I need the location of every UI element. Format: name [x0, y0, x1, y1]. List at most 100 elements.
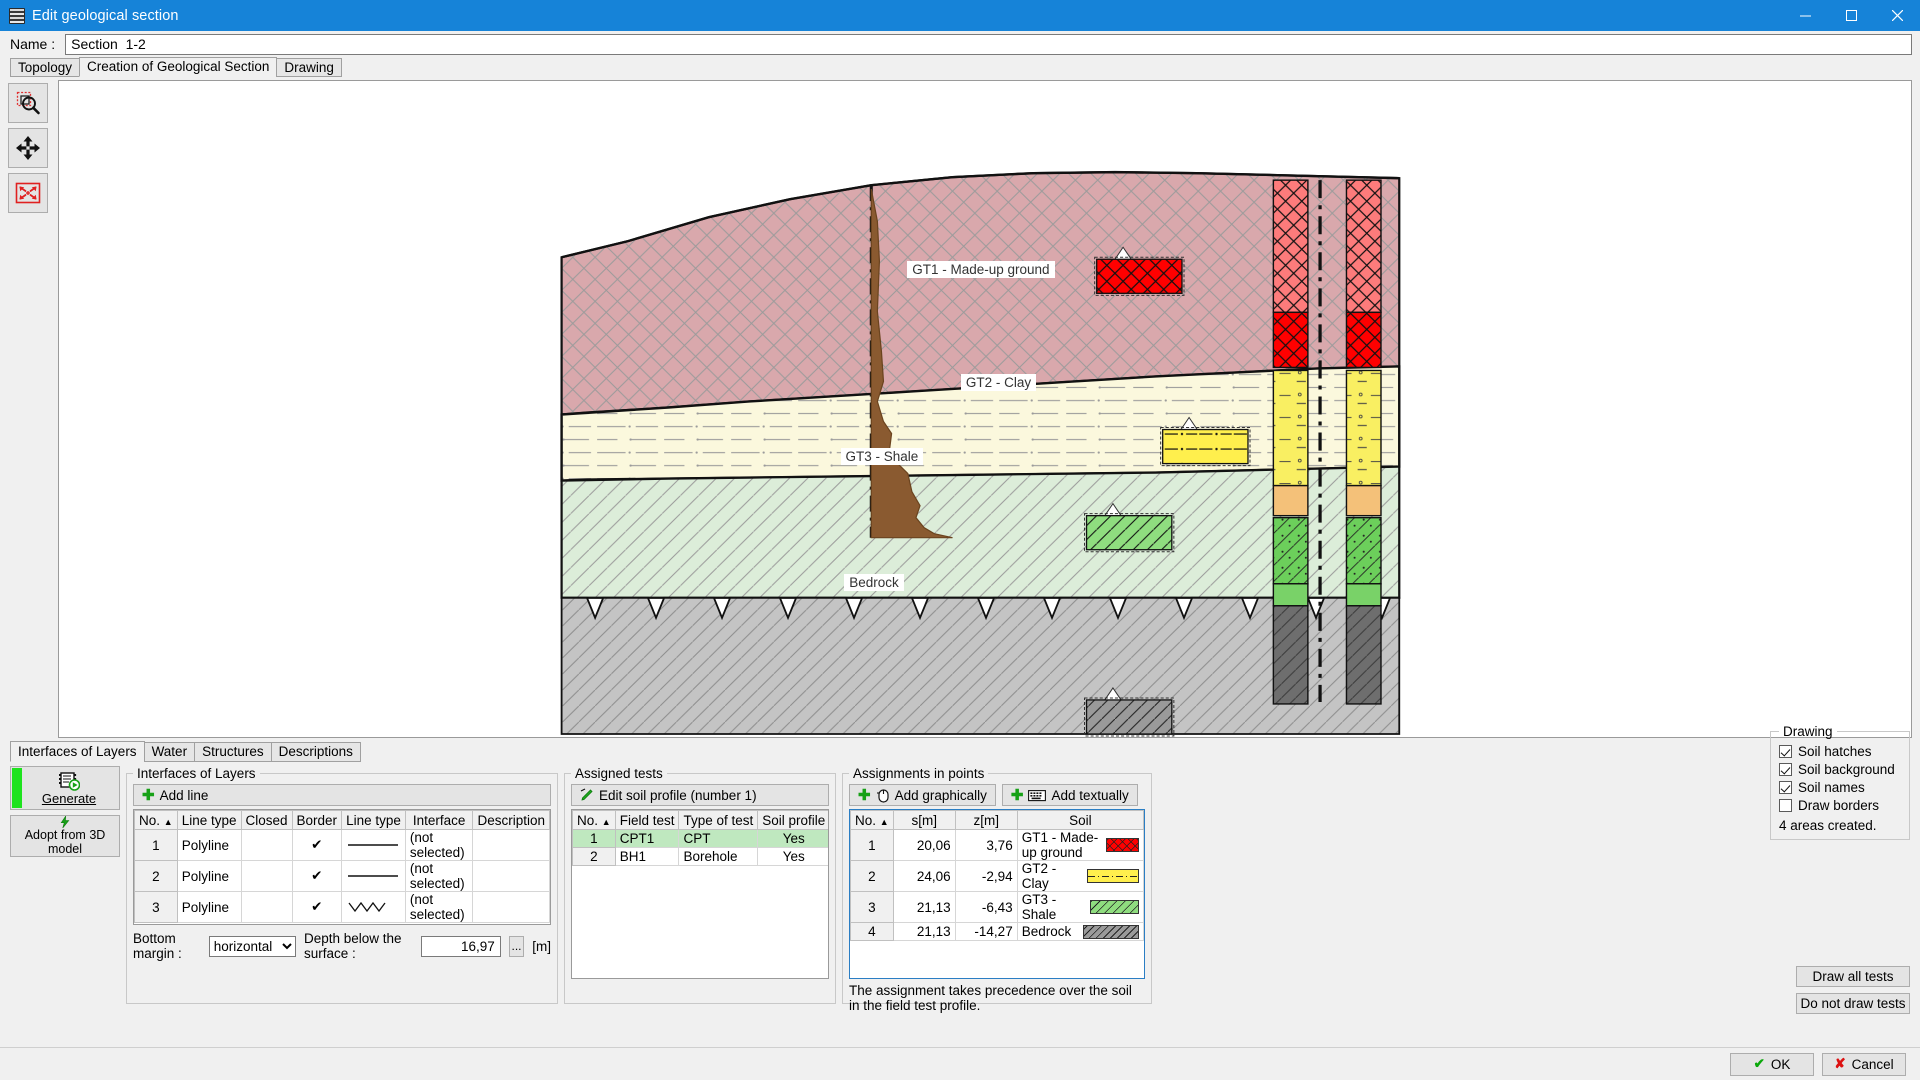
table-row[interactable]: 1 CPT1 CPT Yes Yes — [572, 829, 828, 848]
add-line-button[interactable]: ✚ Add line — [133, 784, 551, 806]
interfaces-legend: Interfaces of Layers — [137, 766, 256, 781]
add-graphically-label: Add graphically — [894, 787, 987, 803]
cell-closed — [240, 891, 293, 923]
do-not-draw-tests-button[interactable]: Do not draw tests — [1796, 993, 1910, 1014]
th-field-test[interactable]: Field test — [614, 810, 680, 830]
table-row[interactable]: 2 Polyline ✔ (not selected) — [134, 860, 550, 892]
table-row[interactable]: 1 20,06 3,76 GT1 - Made-up ground — [850, 829, 1144, 861]
x-icon: ✘ — [1834, 1056, 1846, 1071]
table-row[interactable]: 3 21,13 -6,43 GT3 - Shale — [850, 891, 1144, 923]
soil-hatch-swatch-gt2 — [1086, 869, 1139, 883]
zoom-window-icon[interactable] — [8, 83, 48, 123]
cell-line-style — [341, 829, 406, 861]
th-line-type-2[interactable]: Line type — [341, 810, 406, 830]
cancel-label: Cancel — [1851, 1056, 1894, 1072]
checkbox-icon — [1779, 745, 1792, 758]
th-s[interactable]: s[m] — [892, 810, 956, 830]
bolt-icon — [60, 816, 70, 828]
cell-no: 2 — [134, 860, 178, 892]
layers-icon — [9, 7, 25, 24]
assignments-group: Assignments in points ✚ Add graphically … — [842, 766, 1152, 1013]
depth-input[interactable] — [420, 935, 501, 957]
th-type-of-test[interactable]: Type of test — [678, 810, 759, 830]
th-interface[interactable]: Interface — [404, 810, 474, 830]
table-row[interactable]: 2 24,06 -2,94 GT2 - Clay — [850, 860, 1144, 892]
th-z[interactable]: z[m] — [954, 810, 1018, 830]
table-row[interactable]: 1 Polyline ✔ (not selected) — [134, 829, 550, 861]
add-line-label: Add line — [159, 787, 209, 803]
depth-browse-button[interactable]: ... — [508, 935, 525, 957]
pencil-icon — [580, 788, 593, 801]
cell-soil-profile: Yes — [757, 847, 828, 866]
cell-s: 21,13 — [892, 922, 956, 941]
assigned-tests-table-box[interactable]: No. ▲ Field test Type of test Soil profi… — [571, 809, 829, 979]
add-textually-button[interactable]: ✚ Add textually — [1001, 784, 1138, 806]
th-closed[interactable]: Closed — [240, 810, 293, 830]
checkbox-soil-hatches[interactable]: Soil hatches — [1779, 743, 1903, 761]
check-icon: ✔ — [1753, 1056, 1765, 1071]
drawing-options-legend: Drawing — [1783, 724, 1833, 739]
cell-no: 2 — [572, 847, 616, 866]
cell-border: ✔ — [291, 860, 343, 892]
th-description[interactable]: Description — [472, 810, 550, 830]
cell-soil-name: Bedrock — [1021, 924, 1072, 939]
pan-icon[interactable] — [8, 128, 48, 168]
tab-drawing[interactable]: Drawing — [276, 58, 342, 77]
tab-water[interactable]: Water — [143, 742, 196, 762]
cell-soil: GT2 - Clay — [1016, 860, 1144, 892]
ok-label: OK — [1770, 1056, 1791, 1072]
canvas-toolbar — [8, 80, 54, 738]
tab-descriptions[interactable]: Descriptions — [270, 742, 361, 762]
cell-s: 24,06 — [892, 860, 956, 892]
assigned-tests-button-row: Edit soil profile (number 1) — [571, 784, 829, 806]
checkbox-soil-background[interactable]: Soil background — [1779, 761, 1903, 779]
interfaces-table-box[interactable]: No. ▲ Line type Closed Border Line type … — [133, 809, 551, 925]
table-row[interactable]: 3 Polyline ✔ (not selected) — [134, 891, 550, 923]
bottom-margin-select[interactable]: horizontal — [208, 935, 296, 957]
th-border[interactable]: Border — [291, 810, 343, 830]
tab-interfaces-of-layers[interactable]: Interfaces of Layers — [10, 741, 145, 762]
cell-soil-name: GT3 - Shale — [1021, 892, 1057, 922]
th-no[interactable]: No. ▲ — [572, 810, 616, 830]
tab-creation-of-geological-section[interactable]: Creation of Geological Section — [79, 57, 278, 77]
edit-soil-profile-button[interactable]: Edit soil profile (number 1) — [571, 784, 829, 806]
cancel-button[interactable]: ✘ Cancel — [1822, 1052, 1906, 1076]
cell-description — [472, 860, 550, 892]
th-no[interactable]: No. ▲ — [134, 810, 178, 830]
th-no[interactable]: No. ▲ — [850, 810, 894, 830]
add-graphically-button[interactable]: ✚ Add graphically — [849, 784, 996, 806]
draw-all-tests-button[interactable]: Draw all tests — [1796, 966, 1910, 987]
cell-no: 3 — [134, 891, 178, 923]
generate-button[interactable]: Generate — [10, 766, 120, 810]
cell-soil-name: GT1 - Made-up ground — [1021, 830, 1099, 860]
table-row[interactable]: 2 BH1 Borehole Yes Yes — [572, 847, 828, 866]
generate-status-bar — [12, 768, 22, 808]
ok-button[interactable]: ✔ OK — [1730, 1052, 1814, 1076]
table-row[interactable]: 4 21,13 -14,27 Bedrock — [850, 922, 1144, 941]
zoom-fit-icon[interactable] — [8, 173, 48, 213]
cell-soil: GT3 - Shale — [1016, 891, 1144, 923]
assigned-tests-header-row: No. ▲ Field test Type of test Soil profi… — [572, 810, 828, 830]
checkbox-draw-borders[interactable]: Draw borders — [1779, 797, 1903, 815]
th-line-type-1[interactable]: Line type — [176, 810, 242, 830]
th-soil-profile[interactable]: Soil profile — [757, 810, 828, 830]
name-input[interactable] — [65, 33, 1912, 55]
application-window: Edit geological section Name : Topology … — [0, 0, 1920, 1080]
maximize-icon[interactable] — [1828, 0, 1874, 31]
tab-topology[interactable]: Topology — [10, 58, 81, 77]
cell-soil-name: GT2 - Clay — [1021, 861, 1057, 891]
assignments-table-box[interactable]: No. ▲ s[m] z[m] Soil 1 20,06 3,76 GT1 - … — [849, 809, 1145, 979]
close-icon[interactable] — [1874, 0, 1920, 31]
minimize-icon[interactable] — [1782, 0, 1828, 31]
adopt-from-3d-model-button[interactable]: Adopt from 3D model — [10, 815, 120, 857]
checkbox-icon — [1779, 763, 1792, 776]
cell-soil-profile: Yes — [757, 829, 828, 848]
cell-s: 20,06 — [892, 829, 956, 861]
draw-tests-buttons: Draw all tests Do not draw tests — [1796, 966, 1910, 1014]
checkbox-soil-names[interactable]: Soil names — [1779, 779, 1903, 797]
th-soil[interactable]: Soil — [1016, 810, 1144, 830]
geological-section-canvas[interactable]: GT1 - Made-up ground GT2 - Clay GT3 - Sh… — [58, 80, 1912, 738]
tab-structures[interactable]: Structures — [194, 742, 272, 762]
bottom-margin-row: Bottom margin : horizontal Depth below t… — [133, 931, 551, 961]
keyboard-icon — [1028, 789, 1047, 801]
